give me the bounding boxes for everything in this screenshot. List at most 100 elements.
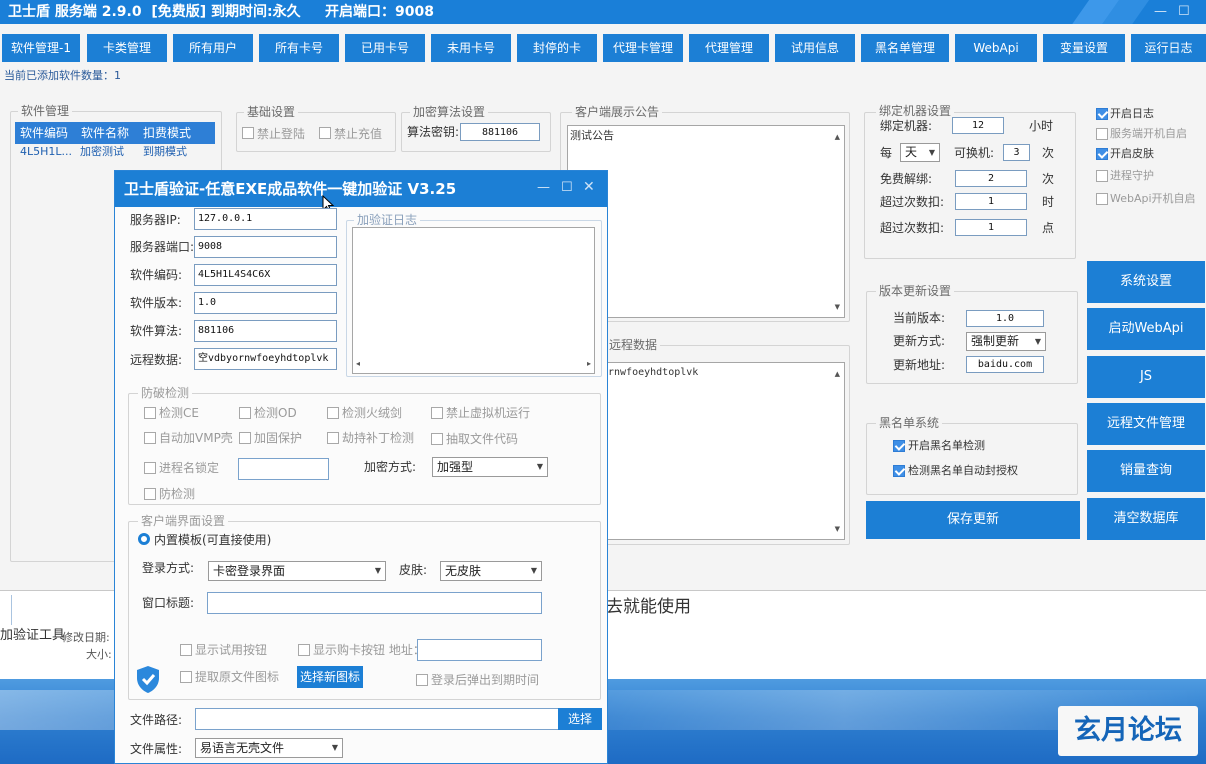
nav-software-mgmt[interactable]: 软件管理-1: [2, 34, 80, 62]
patch-detect-label: 劫持补丁检测: [342, 431, 415, 445]
builtin-template-label: 内置模板(可直接使用): [154, 533, 272, 547]
extract-icon-checkbox[interactable]: [180, 671, 192, 683]
builtin-template-radio[interactable]: [138, 533, 150, 545]
clear-database-button[interactable]: 清空数据库: [1087, 498, 1205, 540]
show-buy-checkbox[interactable]: [298, 644, 310, 656]
save-update-button[interactable]: 保存更新: [866, 501, 1080, 539]
current-version-input[interactable]: 1.0: [966, 310, 1044, 327]
detect-od-checkbox[interactable]: [239, 407, 251, 419]
nav-blacklist[interactable]: 黑名单管理: [861, 34, 949, 62]
maximize-button[interactable]: ☐: [1178, 0, 1190, 24]
blacklist-autoban-checkbox[interactable]: [893, 465, 905, 477]
nav-card-type[interactable]: 卡类管理: [87, 34, 167, 62]
update-method-select[interactable]: 强制更新 ▼: [966, 332, 1046, 351]
dialog-maximize-button[interactable]: ☐: [561, 180, 573, 196]
enc-method-select[interactable]: 加强型 ▼: [432, 457, 548, 477]
scroll-down-icon[interactable]: ▼: [835, 521, 840, 537]
nav-agent-cards[interactable]: 代理卡管理: [603, 34, 683, 62]
scroll-right-icon[interactable]: ▸: [587, 356, 591, 372]
scroll-up-icon[interactable]: ▲: [835, 366, 840, 382]
auto-vmp-checkbox[interactable]: [144, 432, 156, 444]
nav-run-log[interactable]: 运行日志: [1131, 34, 1206, 62]
enable-skin-checkbox[interactable]: [1096, 148, 1108, 160]
server-port-input[interactable]: 9008: [194, 236, 337, 258]
notice-textarea[interactable]: 测试公告 ▲ ▼: [567, 125, 845, 318]
software-algo-input[interactable]: 881106: [194, 320, 337, 342]
bind-machine-input[interactable]: 12: [952, 117, 1004, 134]
reinforce-checkbox[interactable]: [239, 432, 251, 444]
proc-name-input[interactable]: [238, 458, 329, 480]
per-select[interactable]: 天 ▼: [900, 143, 940, 162]
detect-hxj-checkbox[interactable]: [327, 407, 339, 419]
login-method-select[interactable]: 卡密登录界面 ▼: [208, 561, 386, 581]
ban-recharge-checkbox[interactable]: [319, 127, 331, 139]
sales-query-button[interactable]: 销量查询: [1087, 450, 1205, 492]
nav-trial-info[interactable]: 试用信息: [775, 34, 855, 62]
ban-login-checkbox[interactable]: [242, 127, 254, 139]
choose-icon-button[interactable]: 选择新图标: [297, 666, 363, 688]
over-points-input[interactable]: 1: [955, 219, 1027, 236]
free-unbind-input[interactable]: 2: [955, 170, 1027, 187]
start-webapi-button[interactable]: 启动WebApi: [1087, 308, 1205, 350]
nav-webapi[interactable]: WebApi: [955, 34, 1037, 62]
log-textarea[interactable]: ◂ ▸: [352, 227, 595, 374]
table-row[interactable]: 4L5H1L... 加密测试 到期模式: [15, 144, 215, 160]
explorer-modified-label: 修改日期:: [62, 631, 110, 644]
software-version-input[interactable]: 1.0: [194, 292, 337, 314]
patch-detect-checkbox[interactable]: [327, 432, 339, 444]
server-ip-input[interactable]: 127.0.0.1: [194, 208, 337, 230]
blacklist-group: [866, 423, 1078, 495]
scroll-down-icon[interactable]: ▼: [835, 299, 840, 315]
system-settings-button[interactable]: 系统设置: [1087, 261, 1205, 303]
file-path-input[interactable]: [195, 708, 560, 730]
dialog-close-button[interactable]: ✕: [583, 179, 595, 195]
key-input[interactable]: 881106: [460, 123, 540, 141]
detect-ce-checkbox[interactable]: [144, 407, 156, 419]
expire-popup-checkbox[interactable]: [416, 674, 428, 686]
file-attr-select[interactable]: 易语言无壳文件 ▼: [195, 738, 343, 758]
per-value: 天: [905, 145, 918, 159]
nav-unused-cards[interactable]: 未用卡号: [431, 34, 511, 62]
server-autostart-checkbox[interactable]: [1096, 128, 1108, 140]
current-version-label: 当前版本:: [893, 311, 946, 325]
nav-used-cards[interactable]: 已用卡号: [345, 34, 425, 62]
show-trial-checkbox[interactable]: [180, 644, 192, 656]
window-title-input[interactable]: [207, 592, 542, 614]
webapi-autostart-checkbox[interactable]: [1096, 193, 1108, 205]
enable-log-label: 开启日志: [1110, 107, 1154, 120]
nav-banned-cards[interactable]: 封停的卡: [517, 34, 597, 62]
remote-file-button[interactable]: 远程文件管理: [1087, 403, 1205, 445]
show-trial-label: 显示试用按钮: [195, 643, 268, 657]
anti-detect-checkbox[interactable]: [144, 488, 156, 500]
dialog-minimize-button[interactable]: —: [537, 180, 550, 196]
extract-code-checkbox[interactable]: [431, 433, 443, 445]
nav-variables[interactable]: 变量设置: [1043, 34, 1125, 62]
remote-data-input[interactable]: 空vdbyornwfoeyhdtoplvk: [194, 348, 337, 370]
nav-agent-mgmt[interactable]: 代理管理: [689, 34, 769, 62]
software-mgmt-title: 软件管理: [18, 104, 73, 118]
skin-select[interactable]: 无皮肤 ▼: [440, 561, 542, 581]
js-button[interactable]: JS: [1087, 356, 1205, 398]
notice-text: 测试公告: [570, 129, 614, 142]
scroll-up-icon[interactable]: ▲: [835, 129, 840, 145]
scroll-left-icon[interactable]: ◂: [356, 356, 360, 372]
no-vm-checkbox[interactable]: [431, 407, 443, 419]
minimize-button[interactable]: —: [1154, 0, 1167, 24]
software-code-input[interactable]: 4L5H1L4S4C6X: [194, 264, 337, 286]
remote-data-textarea[interactable]: rnwfoeyhdtoplvk ▲ ▼: [567, 362, 845, 540]
blacklist-enable-checkbox[interactable]: [893, 440, 905, 452]
log-title: 加验证日志: [354, 213, 421, 227]
select-file-button[interactable]: 选择: [558, 708, 602, 730]
over-hours-input[interactable]: 1: [955, 193, 1027, 210]
proc-lock-checkbox[interactable]: [144, 462, 156, 474]
process-guard-checkbox[interactable]: [1096, 170, 1108, 182]
buy-url-input[interactable]: [417, 639, 542, 661]
window-title-label: 窗口标题:: [142, 596, 195, 610]
nav-all-cards[interactable]: 所有卡号: [259, 34, 339, 62]
bind-machine-label: 绑定机器:: [880, 119, 933, 133]
enable-log-checkbox[interactable]: [1096, 108, 1108, 120]
change-input[interactable]: 3: [1003, 144, 1030, 161]
nav-all-users[interactable]: 所有用户: [173, 34, 253, 62]
update-url-input[interactable]: baidu.com: [966, 356, 1044, 373]
file-path-label: 文件路径:: [130, 713, 183, 727]
